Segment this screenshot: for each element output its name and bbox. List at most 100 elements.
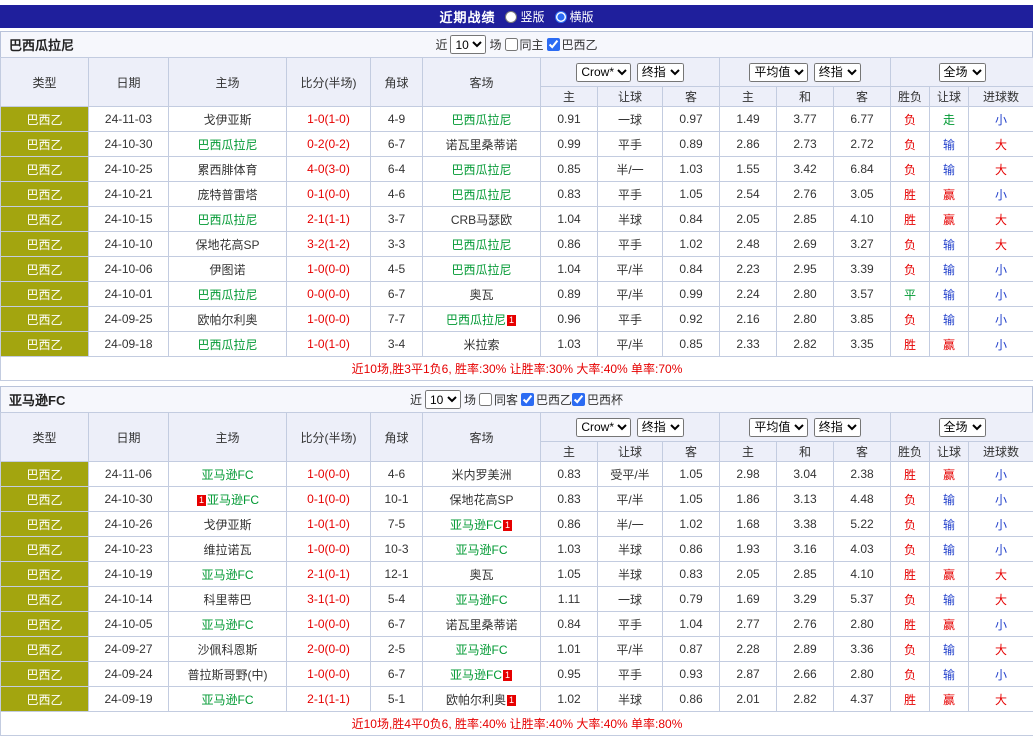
horizontal-layout-radio[interactable] [555, 11, 567, 23]
home-team-cell: 伊图诺 [169, 257, 287, 282]
euro-away-odds-cell: 5.37 [834, 587, 891, 612]
league-filter[interactable]: 巴西杯 [572, 391, 623, 408]
league-cell: 巴西乙 [1, 232, 89, 257]
euro-source-select[interactable]: 平均值 [749, 418, 808, 437]
asia-source-select[interactable]: Crow* [576, 418, 631, 437]
team-name: 亚马逊FC [9, 390, 65, 409]
home-team-link[interactable]: 巴西瓜拉尼 [197, 138, 257, 152]
result-goals-cell: 小 [969, 537, 1033, 562]
match-count-select[interactable]: 10 [425, 390, 461, 409]
asia-home-odds-cell: 0.83 [541, 487, 598, 512]
away-team-link[interactable]: 诺瓦里桑蒂诺 [445, 618, 517, 632]
home-team-link[interactable]: 累西腓体育 [197, 163, 257, 177]
result-wdl-cell: 负 [891, 512, 930, 537]
away-team-cell: 巴西瓜拉尼 [423, 182, 541, 207]
home-team-link[interactable]: 庞特普雷塔 [197, 188, 257, 202]
away-team-link[interactable]: 保地花高SP [449, 493, 513, 507]
fulltime-scope-select[interactable]: 全场 [939, 418, 986, 437]
euro-draw-odds-cell: 2.76 [777, 612, 834, 637]
home-team-link[interactable]: 亚马逊FC [202, 568, 254, 582]
layout-option-vertical[interactable]: 竖版 [505, 8, 544, 25]
match-count-select[interactable]: 10 [450, 35, 486, 54]
away-team-link[interactable]: 巴西瓜拉尼 [451, 263, 511, 277]
home-team-link[interactable]: 戈伊亚斯 [203, 518, 251, 532]
same-venue-filter[interactable]: 同客 [479, 391, 518, 408]
home-team-link[interactable]: 亚马逊FC [207, 493, 259, 507]
euro-odds-header: 平均值 终指 [720, 58, 891, 87]
euro-draw-odds-cell: 2.80 [777, 307, 834, 332]
home-team-link[interactable]: 沙佩科恩斯 [197, 643, 257, 657]
away-team-link[interactable]: 奥瓦 [469, 568, 493, 582]
date-cell: 24-10-15 [89, 207, 169, 232]
home-team-link[interactable]: 亚马逊FC [202, 618, 254, 632]
home-team-link[interactable]: 维拉诺瓦 [203, 543, 251, 557]
same-venue-checkbox[interactable] [505, 38, 518, 51]
home-team-link[interactable]: 亚马逊FC [202, 468, 254, 482]
home-team-link[interactable]: 亚马逊FC [202, 693, 254, 707]
away-team-link[interactable]: 巴西瓜拉尼 [451, 238, 511, 252]
asia-final-select[interactable]: 终指 [637, 418, 684, 437]
home-team-link[interactable]: 保地花高SP [195, 238, 259, 252]
fulltime-scope-select[interactable]: 全场 [939, 63, 986, 82]
away-team-link[interactable]: 巴西瓜拉尼 [451, 113, 511, 127]
euro-final-select[interactable]: 终指 [814, 418, 861, 437]
home-team-link[interactable]: 戈伊亚斯 [203, 113, 251, 127]
away-team-link[interactable]: 巴西瓜拉尼 [451, 163, 511, 177]
home-team-link[interactable]: 巴西瓜拉尼 [197, 338, 257, 352]
asia-final-select[interactable]: 终指 [637, 63, 684, 82]
match-row: 巴西乙24-10-05亚马逊FC1-0(0-0)6-7诺瓦里桑蒂诺0.84平手1… [1, 612, 1033, 637]
home-team-link[interactable]: 伊图诺 [209, 263, 245, 277]
away-team-link[interactable]: CRB马瑟欧 [451, 213, 512, 227]
result-wdl-cell: 胜 [891, 462, 930, 487]
away-team-link[interactable]: 亚马逊FC [456, 543, 508, 557]
home-team-link[interactable]: 欧帕尔利奥 [197, 313, 257, 327]
home-team-link[interactable]: 科里蒂巴 [203, 593, 251, 607]
league-filter[interactable]: 巴西乙 [547, 36, 598, 53]
away-team-cell: 亚马逊FC [423, 537, 541, 562]
league-checkbox[interactable] [521, 393, 534, 406]
home-team-cell: 亚马逊FC [169, 462, 287, 487]
away-team-link[interactable]: 巴西瓜拉尼 [446, 313, 506, 327]
match-row: 巴西乙24-10-14科里蒂巴3-1(1-0)5-4亚马逊FC1.11一球0.7… [1, 587, 1033, 612]
away-team-link[interactable]: 亚马逊FC [456, 643, 508, 657]
asia-home-odds-cell: 1.01 [541, 637, 598, 662]
away-team-link[interactable]: 米内罗美洲 [451, 468, 511, 482]
asia-away-odds-cell: 1.05 [663, 487, 720, 512]
euro-draw-odds-cell: 2.73 [777, 132, 834, 157]
home-team-link[interactable]: 巴西瓜拉尼 [197, 288, 257, 302]
asia-source-select[interactable]: Crow* [576, 63, 631, 82]
date-cell: 24-09-27 [89, 637, 169, 662]
away-team-link[interactable]: 诺瓦里桑蒂诺 [445, 138, 517, 152]
away-team-link[interactable]: 奥瓦 [469, 288, 493, 302]
corner-cell: 4-6 [371, 462, 423, 487]
league-filter[interactable]: 巴西乙 [521, 391, 572, 408]
section-header: 亚马逊FC 近 10 场 同客 巴西乙巴西杯 [0, 386, 1033, 412]
away-team-link[interactable]: 巴西瓜拉尼 [451, 188, 511, 202]
vertical-layout-radio[interactable] [505, 11, 517, 23]
away-team-link[interactable]: 亚马逊FC [456, 593, 508, 607]
euro-home-odds-cell: 1.49 [720, 107, 777, 132]
away-team-link[interactable]: 欧帕尔利奥 [446, 693, 506, 707]
home-team-link[interactable]: 普拉斯哥野(中) [188, 668, 268, 682]
away-team-link[interactable]: 米拉索 [463, 338, 499, 352]
league-checkbox[interactable] [547, 38, 560, 51]
home-team-link[interactable]: 巴西瓜拉尼 [197, 213, 257, 227]
euro-final-select[interactable]: 终指 [814, 63, 861, 82]
same-venue-checkbox[interactable] [479, 393, 492, 406]
score-cell: 0-1(0-0) [287, 182, 371, 207]
same-venue-filter[interactable]: 同主 [505, 36, 544, 53]
result-handicap-cell: 输 [930, 132, 969, 157]
fulltime-header: 全场 [891, 58, 1033, 87]
league-cell: 巴西乙 [1, 182, 89, 207]
result-goals-cell: 大 [969, 207, 1033, 232]
asia-home-odds-cell: 1.04 [541, 207, 598, 232]
euro-source-select[interactable]: 平均值 [749, 63, 808, 82]
corner-cell: 5-1 [371, 687, 423, 712]
result-handicap-cell: 输 [930, 487, 969, 512]
layout-option-horizontal[interactable]: 横版 [555, 8, 594, 25]
asia-home-odds-cell: 0.84 [541, 612, 598, 637]
league-checkbox[interactable] [572, 393, 585, 406]
away-team-link[interactable]: 亚马逊FC [450, 668, 502, 682]
league-cell: 巴西乙 [1, 282, 89, 307]
away-team-link[interactable]: 亚马逊FC [450, 518, 502, 532]
